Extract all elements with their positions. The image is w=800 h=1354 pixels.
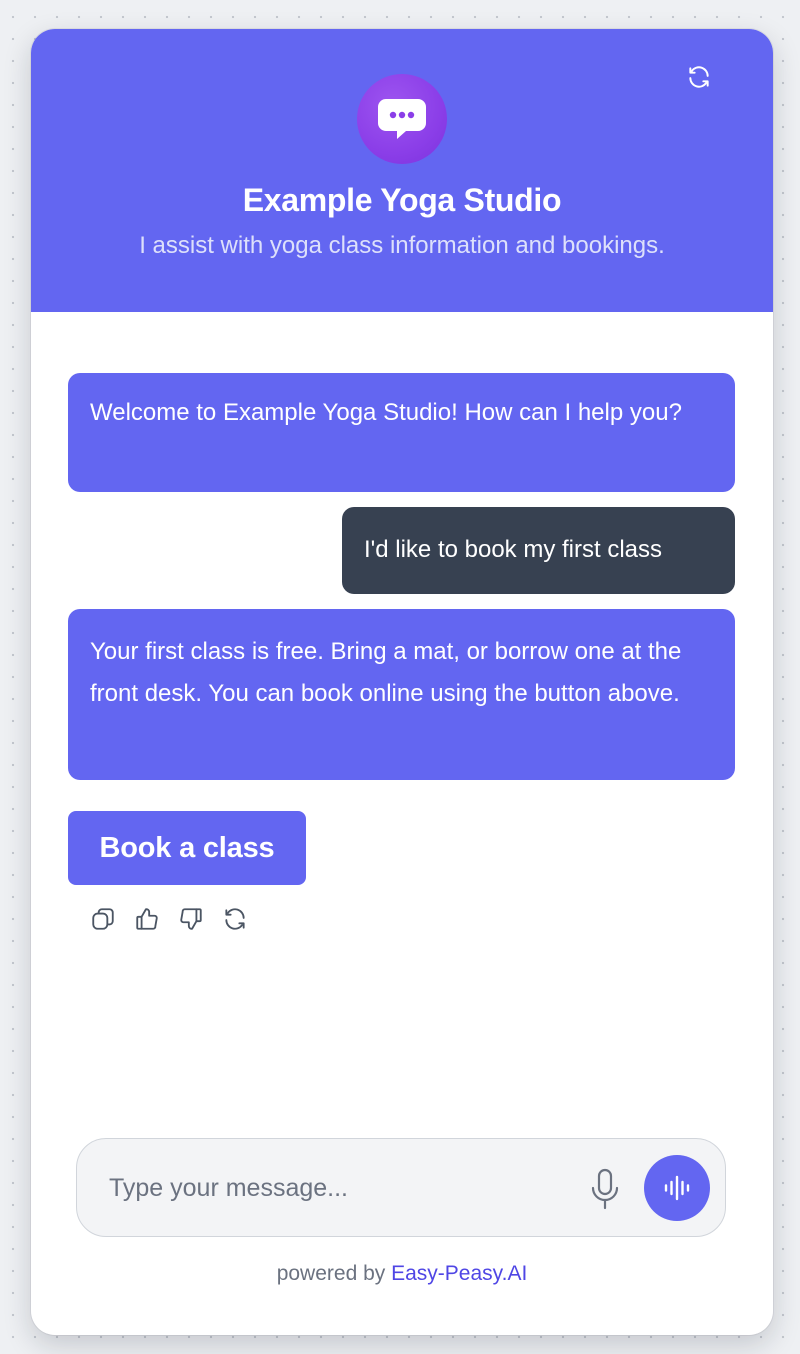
- thumbs-down-button[interactable]: [176, 904, 206, 934]
- copy-icon: [92, 908, 114, 930]
- thumbs-up-button[interactable]: [132, 904, 162, 934]
- chat-widget: Example Yoga Studio I assist with yoga c…: [31, 29, 773, 1335]
- microphone-button[interactable]: [587, 1167, 623, 1211]
- book-class-button[interactable]: Book a class: [68, 811, 306, 885]
- message-actions: [88, 904, 250, 934]
- microphone-icon: [591, 1168, 619, 1210]
- refresh-icon: [689, 66, 709, 88]
- message-input[interactable]: [107, 1167, 571, 1209]
- regenerate-icon: [225, 908, 245, 930]
- regenerate-button[interactable]: [220, 904, 250, 934]
- chat-header: Example Yoga Studio I assist with yoga c…: [31, 29, 773, 312]
- chat-bubble-icon: [378, 99, 426, 139]
- refresh-button[interactable]: [685, 63, 713, 91]
- page-title: Example Yoga Studio: [242, 182, 562, 218]
- assistant-avatar: [357, 74, 447, 164]
- thumbs-down-icon: [180, 908, 202, 930]
- message-composer: [76, 1138, 726, 1237]
- page-subtitle: I assist with yoga class information and…: [139, 232, 665, 259]
- assistant-message: Your first class is free. Bring a mat, o…: [68, 609, 735, 780]
- copy-button[interactable]: [88, 904, 118, 934]
- assistant-message: Welcome to Example Yoga Studio! How can …: [68, 373, 735, 492]
- thumbs-up-icon: [136, 908, 158, 930]
- voice-mode-button[interactable]: [644, 1155, 710, 1221]
- powered-by-label: powered by: [276, 1262, 386, 1285]
- user-message: I'd like to book my first class: [342, 507, 735, 594]
- powered-by-link[interactable]: Easy-Peasy.AI: [391, 1262, 527, 1285]
- voice-wave-icon: [664, 1175, 690, 1201]
- powered-by-footer: powered by Easy-Peasy.AI: [31, 1262, 773, 1286]
